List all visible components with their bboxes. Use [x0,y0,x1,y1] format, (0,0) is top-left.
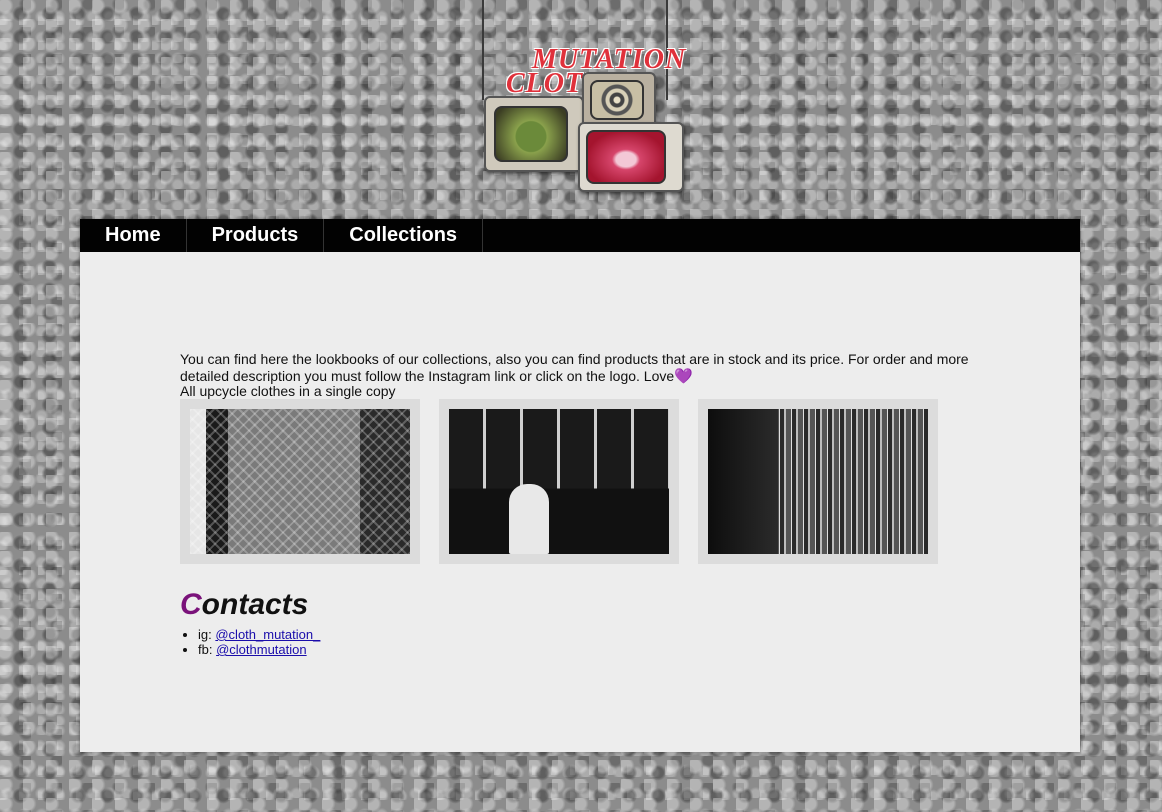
hanging-wire [482,0,484,100]
contacts-section: Contacts ig: @cloth_mutation_ fb: @cloth… [180,587,320,657]
contacts-heading: Contacts [180,588,309,621]
heart-icon: 💜 [674,368,693,385]
contact-label: ig: [198,627,212,642]
contact-item-fb: fb: @clothmutation [198,642,320,657]
nav-collections[interactable]: Collections [324,219,484,252]
instagram-link[interactable]: @cloth_mutation_ [215,627,320,642]
lookbook-image [190,409,410,554]
lookbook-thumbnail-3[interactable] [698,399,938,564]
contacts-list: ig: @cloth_mutation_ fb: @clothmutation [180,627,320,657]
contact-item-ig: ig: @cloth_mutation_ [198,627,320,642]
lookbook-thumbnail-2[interactable] [439,399,679,564]
main-panel: Home Products Collections You can find h… [80,219,1080,752]
nav-products[interactable]: Products [187,219,325,252]
lookbook-gallery [180,399,938,564]
intro-description: You can find here the lookbooks of our c… [180,351,969,384]
tv-illustration [582,72,656,128]
intro-text: You can find here the lookbooks of our c… [180,351,980,400]
intro-note: All upcycle clothes in a single copy [180,383,396,399]
lookbook-image [449,409,669,554]
facebook-link[interactable]: @clothmutation [216,642,307,657]
tv-illustration [578,122,684,192]
tv-illustration [484,96,584,172]
site-logo[interactable]: MUTATION CLOTH [478,0,685,194]
contact-label: fb: [198,642,213,657]
nav-home[interactable]: Home [80,219,187,252]
main-nav: Home Products Collections [80,219,1080,252]
lookbook-image [708,409,928,554]
lookbook-thumbnail-1[interactable] [180,399,420,564]
